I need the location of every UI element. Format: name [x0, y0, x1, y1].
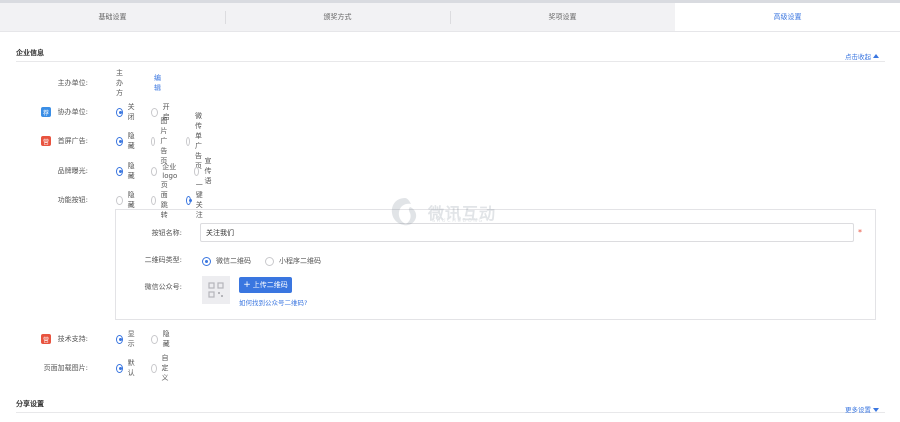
button-name-input[interactable]: 关注我们 [200, 223, 854, 242]
host-edit-link[interactable]: 编辑 [154, 73, 161, 93]
settings-tabs: 基础设置 颁奖方式 奖项设置 高级设置 [0, 3, 900, 32]
qr-type-options: 微信二维码 小程序二维码 [202, 256, 335, 266]
radio-checked-icon [116, 363, 123, 373]
caret-up-icon [873, 54, 879, 58]
option-label: 隐藏 [127, 162, 135, 180]
brand-exposure-label: 品牌曝光: [57, 167, 88, 175]
option-label: 微信二维码 [216, 257, 251, 265]
radio-unchecked-icon [151, 136, 156, 146]
radio-unchecked-icon [151, 166, 158, 176]
collapse-toggle[interactable]: 点击收起 [845, 51, 879, 61]
tech-support-options: 显示 隐藏 [116, 329, 186, 349]
qr-help-link[interactable]: 如何找到公众号二维码? [239, 297, 307, 307]
radio-checked-icon [116, 136, 123, 146]
option-label: 隐藏 [162, 330, 170, 348]
option-label: 默认 [127, 359, 135, 377]
qr-code-icon [208, 282, 224, 298]
more-settings-toggle[interactable]: 更多设置 [845, 404, 879, 414]
tab-basic-settings[interactable]: 基础设置 [0, 3, 225, 31]
watermark-logo: 微讯互动 SHUCHUDONG [388, 192, 518, 232]
button-name-label: 按钮名称: [151, 229, 182, 237]
function-option-hide[interactable]: 隐藏 [116, 190, 137, 210]
tab-prize-settings[interactable]: 奖项设置 [450, 3, 675, 31]
radio-checked-icon [116, 334, 123, 344]
radio-unchecked-icon [116, 195, 123, 205]
qr-type-option-miniprogram[interactable]: 小程序二维码 [265, 256, 321, 266]
tech-support-option-show[interactable]: 显示 [116, 329, 137, 349]
more-settings-label: 更多设置 [845, 406, 871, 414]
share-section-title: 分享设置 [16, 400, 44, 408]
option-label: 自定义 [161, 354, 169, 382]
brand-option-hide[interactable]: 隐藏 [116, 161, 137, 181]
co-host-label: 协办单位: [57, 108, 88, 116]
radio-unchecked-icon [186, 136, 190, 146]
radio-unchecked-icon [151, 363, 157, 373]
radio-checked-icon [186, 195, 192, 205]
radio-unchecked-icon [193, 166, 200, 176]
loading-option-custom[interactable]: 自定义 [151, 353, 172, 383]
tech-support-option-hide[interactable]: 隐藏 [151, 329, 172, 349]
watermark-subtext: SHUCHUDONG [432, 218, 484, 224]
host-label: 主办单位: [57, 79, 88, 87]
radio-unchecked-icon [265, 256, 274, 266]
wechat-account-label: 微信公众号: [144, 283, 182, 291]
qr-type-label: 二维码类型: [144, 256, 182, 264]
loading-option-default[interactable]: 默认 [116, 358, 137, 378]
radio-checked-icon [202, 256, 211, 266]
qr-placeholder[interactable] [202, 276, 230, 304]
upload-qr-button[interactable]: + 上传二维码 [239, 277, 292, 293]
home-ad-option-hide[interactable]: 隐藏 [116, 131, 137, 151]
loading-image-label: 页面加载图片: [43, 364, 88, 372]
required-mark: * [858, 228, 862, 237]
upload-qr-label: 上传二维码 [252, 281, 288, 289]
option-label: 企业logo [162, 163, 178, 180]
radio-checked-icon [116, 166, 123, 176]
share-section-header: 分享设置 更多设置 [16, 399, 885, 414]
watermark-swirl-icon [391, 198, 417, 226]
brand-option-logo[interactable]: 企业logo [151, 162, 180, 180]
company-section-header: 企业信息 点击收起 [16, 48, 885, 62]
option-label: 显示 [127, 330, 135, 348]
option-label: 隐藏 [127, 132, 135, 150]
caret-down-icon [873, 408, 879, 412]
plus-icon: + [243, 280, 251, 290]
collapse-toggle-label: 点击收起 [845, 53, 871, 61]
qr-type-option-wechat[interactable]: 微信二维码 [202, 256, 251, 266]
tab-advanced-settings[interactable]: 高级设置 [675, 3, 900, 31]
tech-support-label: 技术支持: [57, 335, 88, 343]
loading-image-options: 默认 自定义 [116, 353, 186, 383]
option-label: 隐藏 [127, 191, 135, 209]
home-ad-label: 首屏广告: [57, 137, 88, 145]
company-section-title: 企业信息 [16, 49, 44, 57]
radio-unchecked-icon [151, 334, 158, 344]
host-value: 主办方 [116, 69, 123, 97]
tab-award-method[interactable]: 颁奖方式 [225, 3, 450, 31]
radio-unchecked-icon [151, 195, 156, 205]
function-button-label: 功能按钮: [57, 196, 88, 204]
option-label: 小程序二维码 [279, 257, 321, 265]
